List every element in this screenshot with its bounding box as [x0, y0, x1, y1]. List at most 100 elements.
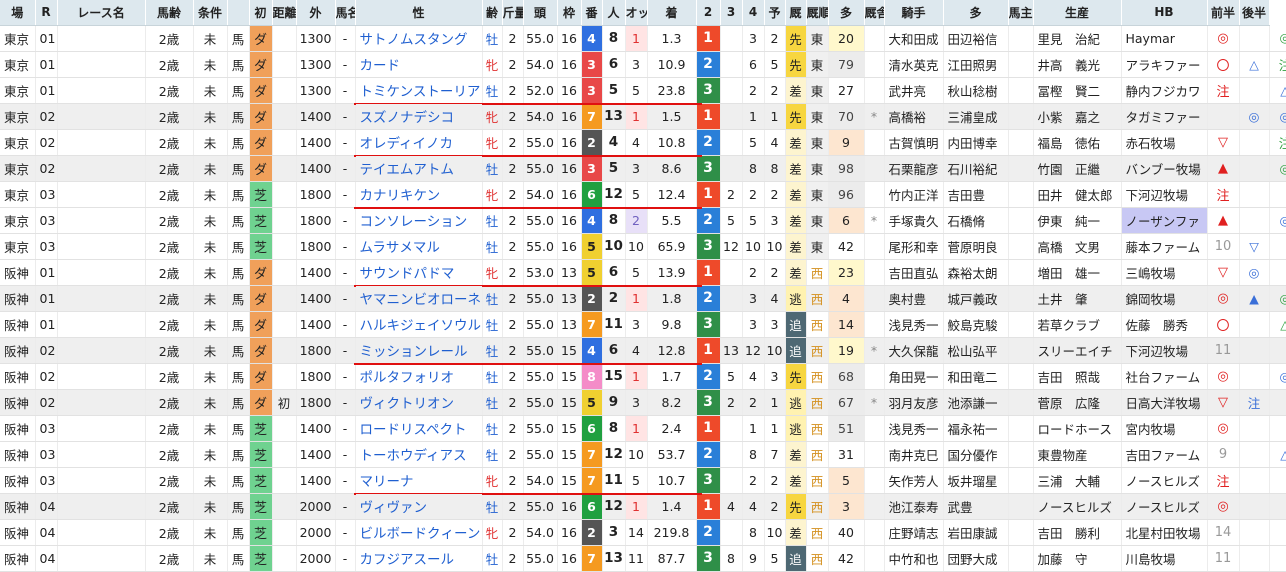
column-header[interactable]: 外 — [296, 0, 336, 26]
horse-name-text[interactable]: ムラサメマル — [360, 240, 440, 256]
horse-name-link[interactable]: ムラサメマル — [355, 233, 483, 260]
column-header[interactable]: 4 — [742, 0, 765, 26]
horse-name-link[interactable]: スズノナデシコ — [355, 103, 483, 130]
horse-name-text[interactable]: スズノナデシコ — [360, 110, 455, 126]
horse-name-text[interactable]: オレディイノカ — [360, 136, 454, 152]
horse-name-text[interactable]: ヤマニンビオローネ — [360, 292, 482, 308]
horse-name-text[interactable]: ミッションレール — [360, 344, 468, 360]
horse-name-link[interactable]: トミケンストーリア — [353, 77, 702, 105]
table-row[interactable]: 東京 02 2歳未馬ダ 1400- テイエムアトム牡 2 55.0 16 3 5 3 8.6 3 8 8 差東… — [0, 155, 1286, 182]
horse-name-link[interactable]: ビルボードクィーン — [355, 519, 483, 546]
table-row[interactable]: 東京 01 2歳未馬ダ 1300- トミケンストーリア牡 2 52.0 16 3 5 5 23.8 3 2… — [0, 77, 1286, 105]
table-row[interactable]: 東京 03 2歳 未馬芝 1800- ムラサメマル 牡 2 55.0 16 5 10 10 65.9 3 12… — [0, 233, 1286, 260]
column-header[interactable] — [227, 0, 250, 26]
horse-name-text[interactable]: ヴィヴァン — [360, 500, 428, 516]
horse-name-text[interactable]: マリーナ — [360, 474, 414, 490]
column-header[interactable]: 頭 — [523, 0, 558, 26]
horse-name-link[interactable]: カード — [355, 51, 483, 78]
column-header[interactable]: 馬名 — [335, 0, 356, 26]
column-header[interactable]: 斤量 — [502, 0, 524, 26]
table-row[interactable]: 阪神 04 2歳 未馬芝 2000- カフジアスール 牡 2 55.0 16 7 13 11 87.7 3 8… — [0, 545, 1286, 572]
table-row[interactable]: 阪神 03 2歳未馬芝 1400- マリーナ牝 2 54.0 15 7 11 5 10.7 3 2 2 差西 5… — [0, 467, 1286, 495]
table-row[interactable]: 東京 02 2歳未馬ダ 1400- スズノナデシコ牝 2 54.0 16 7 13 1 1.5 1 1 1 先… — [0, 103, 1286, 130]
column-header[interactable]: 齢 — [482, 0, 503, 26]
horse-name-text[interactable]: ヴィクトリオン — [360, 396, 455, 412]
column-header[interactable]: 生産 — [1033, 0, 1122, 26]
horse-name-text[interactable]: トミケンストーリア — [360, 84, 481, 100]
horse-name-link[interactable]: オレディイノカ — [353, 129, 702, 157]
horse-name-text[interactable]: ポルタフォリオ — [360, 370, 455, 386]
table-row[interactable]: 阪神 04 2歳未馬芝 2000- ビルボードクィーン牝 2 54.0 16 2 3 14 219.8… — [0, 519, 1286, 546]
horse-name-link[interactable]: テイエムアトム — [355, 155, 483, 182]
column-header[interactable]: 場 — [0, 0, 36, 26]
column-header[interactable]: 多 — [943, 0, 1009, 26]
table-row[interactable]: 阪神 03 2歳未馬芝 1400- ロードリスペクト牡 2 55.0 15 6 8 1 2.4 1 1 1 逃… — [0, 415, 1286, 442]
horse-name-text[interactable]: カフジアスール — [360, 552, 455, 568]
column-header[interactable]: 厩舎 — [864, 0, 885, 26]
column-header[interactable]: 厩 — [785, 0, 807, 26]
column-header[interactable]: 人 — [602, 0, 626, 26]
surface-cell: ダ — [249, 25, 273, 52]
column-header[interactable]: 馬齢 — [145, 0, 194, 26]
table-row[interactable]: 東京 02 2歳未馬ダ 1400- オレディイノカ牝 2 55.0 16 2 4 4 10.8 2 5 4 差… — [0, 129, 1286, 157]
horse-name-link[interactable]: コンソレーション — [355, 207, 483, 234]
horse-name-link[interactable]: ヴィクトリオン — [355, 389, 483, 416]
column-header[interactable]: 2 — [696, 0, 721, 26]
horse-name-link[interactable]: マリーナ — [353, 467, 702, 495]
table-row[interactable]: 東京 01 2歳未馬ダ 1300- カード牝 2 54.0 16 3 6 3 10.9 2 6 5 先東 79 清… — [0, 51, 1286, 78]
horse-name-link[interactable]: ポルタフォリオ — [355, 363, 483, 390]
table-row[interactable]: 阪神 02 2歳未馬ダ 1800- ポルタフォリオ牡 2 55.0 15 8 15 1 1.7 2 5 4 3… — [0, 363, 1286, 390]
table-row[interactable]: 阪神 01 2歳未馬ダ 1400- ハルキジェイソウル牡 2 55.0 13 7 11 3 9.8 3 3… — [0, 311, 1286, 338]
column-header[interactable]: 予 — [764, 0, 786, 26]
column-header[interactable]: 着 — [647, 0, 697, 26]
column-header[interactable]: オッズ — [625, 0, 648, 26]
column-header[interactable]: 前半 — [1207, 0, 1240, 26]
column-header[interactable]: 3 — [720, 0, 743, 26]
table-row[interactable]: 阪神 02 2歳 未馬ダ 1800- ミッションレール 牡 2 55.0 15 4 6 4 12.8 1 13… — [0, 337, 1286, 365]
table-row[interactable]: 阪神 01 2歳未馬ダ 1400- サウンドパドマ牝 2 53.0 13 5 6 5 13.9 1 2 2 差… — [0, 259, 1286, 287]
column-header[interactable]: 初 — [249, 0, 273, 26]
column-header[interactable]: R — [35, 0, 58, 26]
column-header[interactable]: HB — [1121, 0, 1208, 26]
horse-name-link[interactable]: ミッションレール — [353, 337, 702, 365]
horse-name-text[interactable]: トーホウディアス — [360, 448, 467, 464]
column-header[interactable]: 性 — [355, 0, 483, 26]
horse-name-text[interactable]: カナリキケン — [360, 188, 441, 204]
table-row[interactable]: 東京 03 2歳未馬芝 1800- コンソレーション牡 2 55.0 16 4 8 2 5.5 2 5 5 3… — [0, 207, 1286, 234]
column-header[interactable]: 距離 — [272, 0, 297, 26]
horse-name-text[interactable]: コンソレーション — [360, 214, 468, 230]
column-header[interactable]: 枠 — [557, 0, 582, 26]
horse-name-link[interactable]: ロードリスペクト — [355, 415, 483, 442]
horse-name-text[interactable]: テイエムアトム — [360, 162, 454, 178]
horse-name-link[interactable]: トーホウディアス — [355, 441, 483, 468]
column-header[interactable]: 条件 — [193, 0, 228, 26]
horse-name-text[interactable]: ビルボードクィーン — [360, 526, 481, 542]
horse-name-text[interactable]: ロードリスペクト — [360, 422, 467, 438]
table-row[interactable]: 東京 01 2歳未馬ダ 1300- サトノムスタング牡 2 55.0 16 4 8 1 1.3 1 3 2 先… — [0, 25, 1286, 52]
horse-name-text[interactable]: カード — [360, 58, 401, 74]
column-header[interactable]: 多 — [828, 0, 865, 26]
table-row[interactable]: 阪神 02 2歳未馬ダ初 1800- ヴィクトリオン牡 2 55.0 15 5 9 3 8.2 3 2 2 1… — [0, 389, 1286, 416]
table-row[interactable]: 阪神 04 2歳未馬芝 2000- ヴィヴァン牡 2 55.0 16 6 12 1 1.4 1 4 4 2 先西… — [0, 493, 1286, 520]
column-header[interactable]: 厩順 — [806, 0, 829, 26]
table-row[interactable]: 阪神 01 2歳未馬ダ 1400- ヤマニンビオローネ牡 2 55.0 13 2 2 1 1.8 2 3 4… — [0, 285, 1286, 312]
place-cell: 阪神 — [0, 363, 36, 390]
table-row[interactable]: 阪神 03 2歳未馬芝 1400- トーホウディアス牡 2 55.0 15 7 12 10 53.7 2… — [0, 441, 1286, 468]
column-header[interactable]: 馬主 — [1008, 0, 1034, 26]
horse-name-link[interactable]: サウンドパドマ — [353, 259, 702, 287]
horse-name-link[interactable]: ハルキジェイソウル — [355, 311, 483, 338]
horse-name-text[interactable]: サトノムスタング — [360, 32, 468, 48]
horse-age-cell-text: 2 — [508, 238, 517, 254]
column-header[interactable]: レース名 — [57, 0, 146, 26]
horse-name-text[interactable]: サウンドパドマ — [360, 266, 455, 282]
horse-name-link[interactable]: ヴィヴァン — [355, 493, 483, 520]
horse-name-link[interactable]: ヤマニンビオローネ — [355, 285, 483, 312]
horse-name-link[interactable]: サトノムスタング — [355, 25, 483, 52]
column-header[interactable]: 後半 — [1239, 0, 1270, 26]
column-header[interactable]: 騎手 — [884, 0, 944, 26]
column-header[interactable]: 番 — [581, 0, 603, 26]
horse-name-text[interactable]: ハルキジェイソウル — [360, 318, 482, 334]
horse-name-link[interactable]: カフジアスール — [355, 545, 483, 572]
horse-name-link[interactable]: カナリキケン — [353, 181, 702, 209]
table-row[interactable]: 東京 03 2歳未馬芝 1800- カナリキケン牝 2 54.0 16 6 12 5 12.4 1 2 2 2… — [0, 181, 1286, 209]
